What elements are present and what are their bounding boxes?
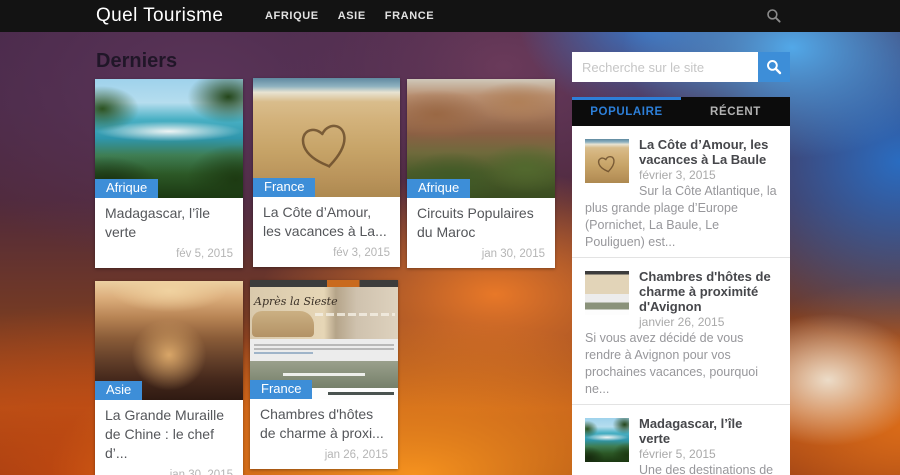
card-date: fév 3, 2015	[333, 247, 390, 259]
popular-posts-panel: La Côte d’Amour, les vacances à La Baule…	[572, 126, 790, 475]
card-body: La Grande Muraille de Chine : le chef d’…	[95, 400, 243, 475]
post-date: janvier 26, 2015	[639, 315, 725, 329]
search-icon[interactable]	[766, 8, 782, 24]
screenshot-phone-numbers	[328, 392, 394, 395]
article-card[interactable]: France La Côte d’Amour, les vacances à L…	[253, 78, 400, 267]
category-badge[interactable]: Afrique	[407, 179, 471, 198]
search-button[interactable]	[758, 52, 790, 82]
screenshot-sofa	[252, 311, 314, 337]
card-date: jan 30, 2015	[481, 248, 545, 260]
card-title[interactable]: La Côte d’Amour, les vacances à La...	[263, 203, 390, 241]
tab-populaire[interactable]: POPULAIRE	[572, 97, 681, 126]
category-badge[interactable]: France	[250, 380, 313, 399]
card-title[interactable]: La Grande Muraille de Chine : le chef d’…	[105, 406, 233, 463]
nav-item-france[interactable]: FRANCE	[385, 0, 434, 32]
page-background: Quel Tourisme AFRIQUE ASIE FRANCE Dernie…	[0, 0, 900, 475]
screenshot-hero: Après la Sieste	[250, 287, 398, 339]
card-date: jan 26, 2015	[324, 449, 388, 461]
guesthouse-website-screenshot: Après la Sieste France	[250, 280, 398, 399]
madagascar-coast-thumb[interactable]	[585, 418, 629, 462]
card-title[interactable]: Chambres d'hôtes de charme à proxi...	[260, 405, 388, 443]
site-logo[interactable]: Quel Tourisme	[96, 0, 223, 32]
magnifier-icon	[767, 60, 782, 75]
article-card[interactable]: Après la Sieste France Chambres d'hôtes …	[250, 280, 398, 469]
sand-heart-drawing	[302, 124, 347, 169]
sidebar-tabs: POPULAIRE RÉCENT	[572, 97, 790, 126]
section-heading: Derniers	[96, 50, 178, 72]
main-nav: AFRIQUE ASIE FRANCE	[265, 0, 453, 32]
screenshot-topbar	[250, 280, 398, 287]
category-badge[interactable]: Afrique	[95, 179, 159, 198]
card-body: Circuits Populaires du Maroc jan 30, 201…	[407, 198, 555, 268]
card-body: Madagascar, l’île verte fév 5, 2015	[95, 198, 243, 268]
popular-post[interactable]: Chambres d'hôtes de charme à proximité d…	[572, 258, 790, 405]
sand-heart-drawing	[597, 156, 615, 173]
card-body: La Côte d’Amour, les vacances à La... fé…	[253, 197, 400, 267]
popular-post[interactable]: Madagascar, l’île verte février 5, 2015 …	[572, 405, 790, 475]
heart-in-sand-photo: France	[253, 78, 400, 197]
top-navigation-bar: Quel Tourisme AFRIQUE ASIE FRANCE	[0, 0, 900, 32]
post-excerpt: Sur la Côte Atlantique, la plus grande p…	[585, 184, 777, 249]
article-card[interactable]: Afrique Madagascar, l’île verte fév 5, 2…	[95, 79, 243, 268]
card-date: jan 30, 2015	[169, 469, 233, 475]
article-card[interactable]: Asie La Grande Muraille de Chine : le ch…	[95, 281, 243, 475]
nav-item-asie[interactable]: ASIE	[338, 0, 366, 32]
madagascar-coast-photo: Afrique	[95, 79, 243, 198]
post-excerpt: Une des destinations de rêve que l'on va…	[639, 463, 774, 475]
category-badge[interactable]: France	[253, 178, 316, 197]
search-input[interactable]	[572, 52, 758, 82]
screenshot-text-block	[250, 339, 398, 361]
card-date: fév 5, 2015	[176, 248, 233, 260]
card-title[interactable]: Madagascar, l’île verte	[105, 204, 233, 242]
heart-in-sand-thumb[interactable]	[585, 139, 629, 183]
card-body: Chambres d'hôtes de charme à proxi... ja…	[250, 399, 398, 469]
popular-post[interactable]: La Côte d’Amour, les vacances à La Baule…	[572, 126, 790, 258]
guesthouse-website-thumb[interactable]	[585, 271, 629, 315]
article-card[interactable]: Afrique Circuits Populaires du Maroc jan…	[407, 79, 555, 268]
nav-item-afrique[interactable]: AFRIQUE	[265, 0, 319, 32]
screenshot-logo: Après la Sieste	[254, 295, 338, 308]
morocco-valley-photo: Afrique	[407, 79, 555, 198]
screenshot-nav	[315, 313, 395, 316]
category-badge[interactable]: Asie	[95, 381, 143, 400]
card-title[interactable]: Circuits Populaires du Maroc	[417, 204, 545, 242]
post-excerpt: Si vous avez décidé de vous rendre à Avi…	[585, 331, 759, 396]
tab-recent[interactable]: RÉCENT	[681, 97, 790, 126]
great-wall-photo: Asie	[95, 281, 243, 400]
sidebar-search	[572, 52, 790, 82]
